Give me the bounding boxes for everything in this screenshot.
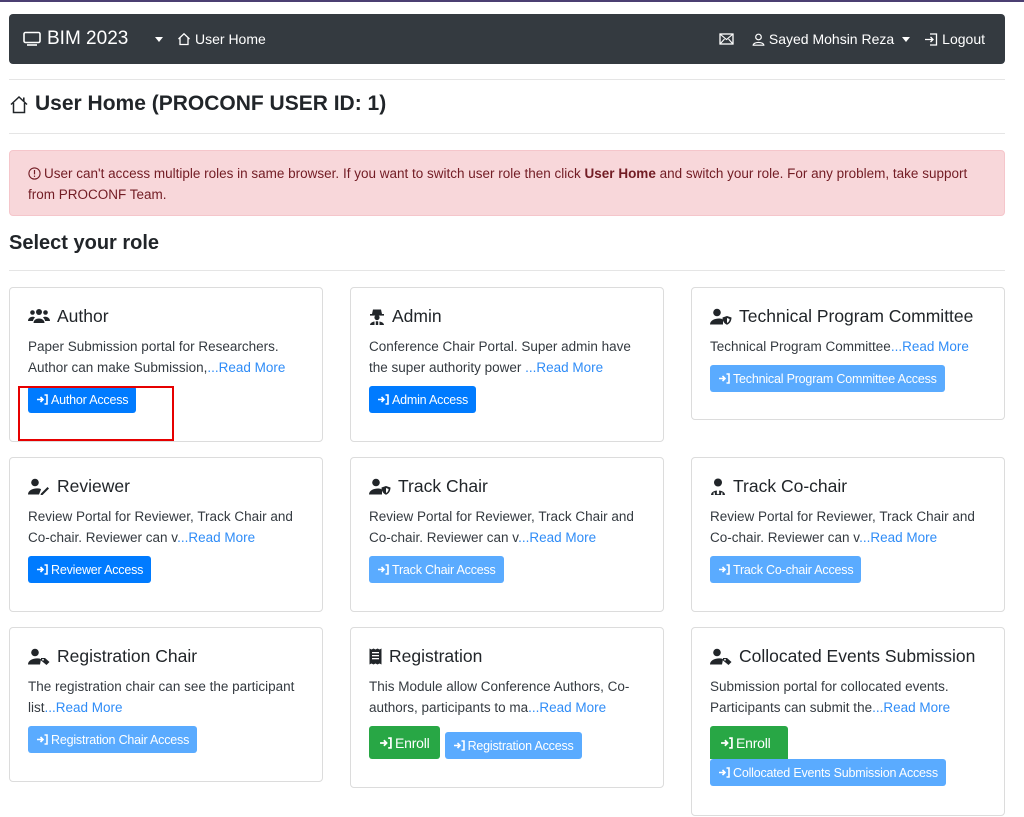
chevron-down-icon bbox=[902, 36, 911, 42]
window-top-border bbox=[0, 0, 1024, 2]
user-tag-icon bbox=[28, 648, 50, 665]
role-title: Collocated Events Submission bbox=[739, 645, 976, 666]
role-card-registration: Registration This Module allow Conferenc… bbox=[350, 627, 664, 788]
logout-label: Logout bbox=[942, 31, 985, 47]
read-more-link[interactable]: ...Read More bbox=[525, 360, 603, 375]
sign-in-icon bbox=[37, 734, 48, 745]
role-description: Technical Program Committee bbox=[710, 339, 891, 354]
divider bbox=[9, 79, 1005, 80]
role-card-author: Author Paper Submission portal for Resea… bbox=[9, 287, 323, 442]
user-menu-dropdown[interactable]: Sayed Mohsin Reza bbox=[752, 31, 911, 47]
exclamation-circle-icon bbox=[28, 167, 41, 180]
button-label: Track Chair Access bbox=[392, 562, 496, 577]
sign-in-icon bbox=[453, 740, 465, 751]
technical-program-committee-access-button[interactable]: Technical Program Committee Access bbox=[710, 365, 945, 392]
sign-in-icon bbox=[719, 564, 730, 575]
button-label: Collocated Events Submission Access bbox=[733, 765, 938, 780]
sign-in-icon bbox=[378, 564, 389, 575]
user-secret-icon bbox=[370, 309, 384, 325]
button-label: Admin Access bbox=[392, 392, 469, 407]
divider bbox=[9, 270, 1005, 271]
button-label: Technical Program Committee Access bbox=[733, 371, 937, 386]
button-label: Registration Access bbox=[467, 738, 574, 753]
sign-in-icon bbox=[719, 373, 730, 384]
read-more-link[interactable]: ...Read More bbox=[872, 700, 950, 715]
role-title: Technical Program Committee bbox=[739, 305, 974, 326]
role-card-track-co-chair: Track Co-chair Review Portal for Reviewe… bbox=[691, 457, 1005, 612]
section-title: Select your role bbox=[9, 232, 160, 254]
sign-in-icon bbox=[37, 564, 48, 575]
role-card-reviewer: Reviewer Review Portal for Reviewer, Tra… bbox=[9, 457, 323, 612]
read-more-link[interactable]: ...Read More bbox=[207, 360, 285, 375]
role-warning-alert: User can't access multiple roles in same… bbox=[9, 150, 1005, 216]
read-more-link[interactable]: ...Read More bbox=[45, 700, 123, 715]
sign-in-icon bbox=[378, 394, 389, 405]
button-label: Enroll bbox=[395, 734, 430, 751]
role-title: Track Chair bbox=[398, 475, 488, 496]
role-card-technical-program-committee: Technical Program Committee Technical Pr… bbox=[691, 287, 1005, 420]
role-title: Admin bbox=[392, 305, 442, 326]
navbar: BIM 2023 User Home Sayed Mohsin Reza Log… bbox=[9, 14, 1005, 64]
divider bbox=[9, 133, 1005, 134]
sign-in-icon bbox=[380, 736, 392, 749]
registration-chair-access-button[interactable]: Registration Chair Access bbox=[28, 726, 198, 753]
receipt-icon bbox=[369, 648, 382, 664]
track-chair-access-button[interactable]: Track Chair Access bbox=[369, 556, 504, 583]
track-co-chair-access-button[interactable]: Track Co-chair Access bbox=[710, 556, 862, 583]
home-icon bbox=[178, 32, 190, 46]
role-title: Reviewer bbox=[57, 475, 130, 496]
role-title: Registration Chair bbox=[57, 645, 198, 666]
collocated-events-enroll-button[interactable]: Enroll bbox=[710, 726, 788, 759]
alert-text-before: User can't access multiple roles in same… bbox=[44, 166, 585, 181]
user-tag-icon bbox=[710, 648, 732, 665]
messages-button[interactable] bbox=[719, 33, 738, 45]
role-card-track-chair: Track Chair Review Portal for Reviewer, … bbox=[350, 457, 664, 612]
alert-user-home-bold: User Home bbox=[584, 166, 656, 181]
envelope-icon bbox=[719, 33, 734, 45]
read-more-link[interactable]: ...Read More bbox=[859, 530, 937, 545]
sign-in-icon bbox=[719, 767, 730, 778]
button-label: Registration Chair Access bbox=[51, 732, 190, 747]
button-label: Reviewer Access bbox=[51, 562, 144, 577]
role-title: Author bbox=[57, 305, 109, 326]
users-icon bbox=[28, 309, 50, 323]
read-more-link[interactable]: ...Read More bbox=[177, 530, 255, 545]
sign-in-icon bbox=[721, 736, 733, 749]
reviewer-access-button[interactable]: Reviewer Access bbox=[28, 556, 152, 583]
home-icon bbox=[10, 95, 28, 113]
read-more-link[interactable]: ...Read More bbox=[891, 339, 969, 354]
page-title: User Home (PROCONF USER ID: 1) bbox=[9, 92, 386, 116]
sign-in-icon bbox=[37, 394, 48, 405]
brand-label: BIM 2023 bbox=[47, 28, 129, 49]
nav-user-home-link[interactable]: User Home bbox=[177, 14, 266, 64]
collocated-events-submission-access-button[interactable]: Collocated Events Submission Access bbox=[710, 759, 946, 786]
button-label: Track Co-chair Access bbox=[733, 562, 854, 577]
logout-icon bbox=[925, 32, 938, 46]
read-more-link[interactable]: ...Read More bbox=[528, 700, 606, 715]
registration-access-button[interactable]: Registration Access bbox=[444, 732, 582, 759]
button-label: Enroll bbox=[736, 734, 771, 751]
admin-access-button[interactable]: Admin Access bbox=[369, 386, 477, 413]
page-title-text: User Home (PROCONF USER ID: 1) bbox=[35, 92, 387, 115]
read-more-link[interactable]: ...Read More bbox=[518, 530, 596, 545]
role-card-collocated-events-submission: Collocated Events Submission Submission … bbox=[691, 627, 1005, 816]
registration-enroll-button[interactable]: Enroll bbox=[369, 726, 440, 759]
logout-link[interactable]: Logout bbox=[924, 31, 985, 47]
user-edit-icon bbox=[28, 478, 49, 495]
role-title: Registration bbox=[389, 645, 483, 666]
role-title: Track Co-chair bbox=[733, 475, 848, 496]
role-card-admin: Admin Conference Chair Portal. Super adm… bbox=[350, 287, 664, 442]
monitor-icon bbox=[23, 31, 41, 46]
role-card-registration-chair: Registration Chair The registration chai… bbox=[9, 627, 323, 782]
nav-user-home-label: User Home bbox=[195, 31, 266, 47]
brand-dropdown-caret[interactable] bbox=[155, 37, 163, 42]
user-name: Sayed Mohsin Reza bbox=[768, 31, 895, 47]
author-access-button[interactable]: Author Access bbox=[28, 386, 137, 413]
button-label: Author Access bbox=[51, 392, 129, 407]
user-icon bbox=[752, 33, 765, 46]
user-shield-icon bbox=[710, 308, 732, 325]
brand-link[interactable]: BIM 2023 bbox=[23, 14, 128, 64]
user-tie-icon bbox=[711, 478, 725, 495]
user-shield-icon bbox=[369, 478, 391, 495]
